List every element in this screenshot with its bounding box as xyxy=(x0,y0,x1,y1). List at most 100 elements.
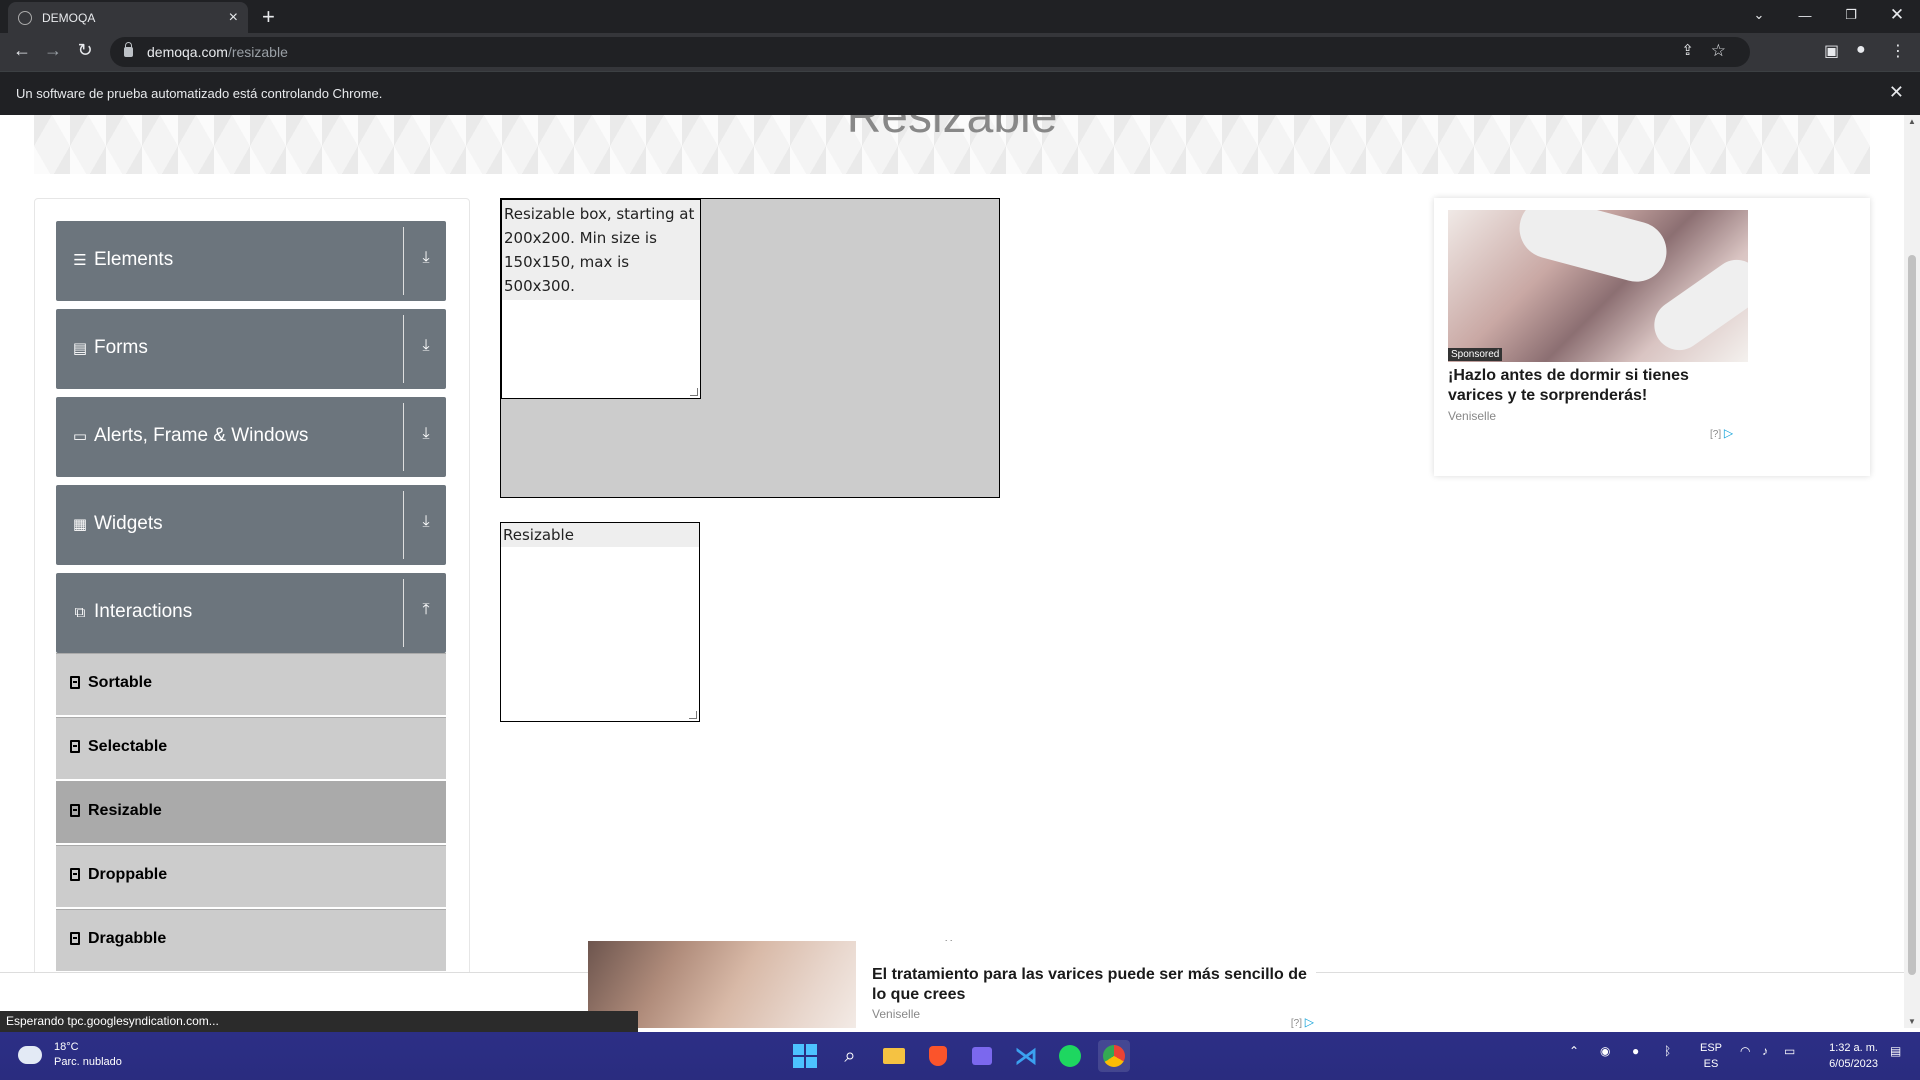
ad-advertiser[interactable]: Veniselle xyxy=(872,1007,920,1021)
menu-group-label: Elements xyxy=(94,249,174,270)
menu-kebab-icon[interactable]: ⋮ xyxy=(1890,41,1906,61)
ad-image-detail xyxy=(1512,210,1674,289)
expand-download-icon[interactable]: ⤓ xyxy=(416,425,436,443)
resizable-box-text: Resizable xyxy=(501,523,699,547)
clock-time: 1:32 a. m. xyxy=(1829,1042,1878,1054)
windows-taskbar: 18°C Parc. nublado ⌕ ⋊ ⌃ ◉ ● ᛒ ESP ES ◠ … xyxy=(0,1032,1920,1080)
ad-image[interactable] xyxy=(1448,210,1748,362)
battery-icon[interactable]: ▭ xyxy=(1784,1044,1795,1058)
input-language-indicator[interactable]: ESP ES xyxy=(1700,1040,1722,1072)
page-icon xyxy=(70,868,80,881)
resize-handle[interactable] xyxy=(689,711,697,719)
bookmark-star-icon[interactable]: ☆ xyxy=(1711,41,1726,61)
profile-icon[interactable]: ● xyxy=(1856,41,1866,59)
browser-toolbar: ← → ↻ demoqa.com/resizable ⇪ ☆ ▣ ● ⋮ xyxy=(0,33,1920,71)
back-button[interactable]: ← xyxy=(10,40,34,61)
vertical-scrollbar[interactable]: ▲ ▼ xyxy=(1904,115,1920,1028)
menu-item-selectable[interactable]: Selectable xyxy=(56,717,446,779)
side-ad[interactable]: Sponsored ¡Hazlo antes de dormir si tien… xyxy=(1434,198,1870,476)
close-window-button[interactable]: ✕ xyxy=(1874,0,1920,30)
menu-item-label: Selectable xyxy=(88,738,168,755)
sponsored-badge: Sponsored xyxy=(1448,348,1503,361)
restore-button[interactable]: ❐ xyxy=(1828,0,1874,30)
tray-app-icon[interactable]: ● xyxy=(1632,1044,1639,1058)
page-viewport: Resizable ☰ Elements ⤓ ▤ Forms ⤓ ▭ Alert… xyxy=(0,115,1904,1028)
resizable-constraint-area: Resizable box, starting at 200x200. Min … xyxy=(500,198,1000,498)
left-menu-panel: ☰ Elements ⤓ ▤ Forms ⤓ ▭ Alerts, Frame &… xyxy=(34,198,470,1028)
system-clock[interactable]: 1:32 a. m. 6/05/2023 xyxy=(1829,1040,1878,1072)
wifi-icon[interactable]: ◠ xyxy=(1740,1044,1750,1058)
menu-item-dragabble[interactable]: Dragabble xyxy=(56,909,446,971)
menu-item-resizable[interactable]: Resizable xyxy=(56,781,446,843)
page-icon xyxy=(70,676,80,689)
new-tab-button[interactable]: + xyxy=(262,4,275,30)
ad-headline[interactable]: El tratamiento para las varices puede se… xyxy=(872,965,1312,1005)
minimize-button[interactable]: — xyxy=(1782,0,1828,30)
volume-icon[interactable]: ♪ xyxy=(1762,1044,1768,1058)
url-host: demoqa.com xyxy=(147,44,228,60)
expand-download-icon[interactable]: ⤓ xyxy=(416,513,436,531)
scrollbar-thumb[interactable] xyxy=(1908,255,1916,975)
notification-icon[interactable]: ▤ xyxy=(1890,1044,1901,1058)
site-favicon-icon xyxy=(18,10,32,25)
menu-group-elements[interactable]: ☰ Elements ⤓ xyxy=(56,221,446,301)
resizable-box-restricted-text: Resizable box, starting at 200x200. Min … xyxy=(502,200,700,300)
adchoices-label: [?] xyxy=(1710,429,1722,440)
page-title: Resizable xyxy=(846,115,1058,143)
adchoices-label: [?] xyxy=(1290,1018,1302,1028)
search-icon[interactable]: ⌕ xyxy=(834,1040,866,1072)
show-hidden-icons-chevron-icon[interactable]: ⌃ xyxy=(1569,1044,1579,1058)
menu-item-droppable[interactable]: Droppable xyxy=(56,845,446,907)
tray-app-icon[interactable]: ◉ xyxy=(1600,1044,1610,1058)
scroll-down-icon[interactable]: ▼ xyxy=(1908,1017,1916,1026)
weather-widget[interactable]: 18°C Parc. nublado xyxy=(15,1040,122,1070)
close-tab-icon[interactable]: × xyxy=(229,9,238,26)
menu-group-widgets[interactable]: ▦ Widgets ⤓ xyxy=(56,485,446,565)
grid-icon: ▦ xyxy=(72,516,88,533)
resize-handle[interactable] xyxy=(690,388,698,396)
side-panel-icon[interactable]: ▣ xyxy=(1824,41,1839,61)
collapse-upload-icon[interactable]: ⤒ xyxy=(416,601,436,619)
tab-search-icon[interactable]: ⌄ xyxy=(1736,0,1782,30)
ad-text-panel[interactable]: El tratamiento para las varices puede se… xyxy=(856,941,1316,1028)
bluetooth-icon[interactable]: ᛒ xyxy=(1664,1044,1671,1058)
expand-download-icon[interactable]: ⤓ xyxy=(416,337,436,355)
lock-icon[interactable] xyxy=(124,42,133,57)
lang-top: ESP xyxy=(1700,1042,1723,1054)
interactions-icon: ⧉ xyxy=(74,604,86,621)
menu-group-forms[interactable]: ▤ Forms ⤓ xyxy=(56,309,446,389)
menu-item-sortable[interactable]: Sortable xyxy=(56,653,446,715)
browser-tab[interactable]: DEMOQA × xyxy=(8,2,248,33)
ad-advertiser[interactable]: Veniselle xyxy=(1448,409,1496,423)
file-explorer-icon[interactable] xyxy=(878,1040,910,1072)
page-banner: Resizable xyxy=(34,115,1870,174)
share-icon[interactable]: ⇪ xyxy=(1681,41,1694,59)
menu-group-interactions[interactable]: ⧉ Interactions ⤒ xyxy=(56,573,446,653)
reload-button[interactable]: ↻ xyxy=(73,40,97,61)
brave-browser-icon[interactable] xyxy=(922,1040,954,1072)
resizable-box[interactable]: Resizable xyxy=(500,522,700,722)
adchoices-icon[interactable]: [?] ▷ xyxy=(1710,426,1733,440)
group-divider xyxy=(403,403,404,471)
expand-download-icon[interactable]: ⤓ xyxy=(416,249,436,267)
start-button[interactable] xyxy=(789,1040,821,1072)
adchoices-icon[interactable]: [?] ▷ xyxy=(1291,1015,1314,1028)
forward-button[interactable]: → xyxy=(41,40,65,61)
app-icon[interactable] xyxy=(966,1040,998,1072)
vscode-icon[interactable]: ⋊ xyxy=(1010,1040,1042,1072)
menu-group-label: Forms xyxy=(94,337,148,358)
chrome-icon[interactable] xyxy=(1098,1040,1130,1072)
status-bubble: Esperando tpc.googlesyndication.com... xyxy=(0,1011,638,1033)
group-divider xyxy=(403,315,404,383)
page-icon xyxy=(70,804,80,817)
resizable-box-restricted[interactable]: Resizable box, starting at 200x200. Min … xyxy=(501,199,701,399)
menu-group-alerts[interactable]: ▭ Alerts, Frame & Windows ⤓ xyxy=(56,397,446,477)
menu-item-label: Resizable xyxy=(88,802,162,819)
browser-tab-strip: DEMOQA × + ⌄ — ❐ ✕ xyxy=(0,0,1920,33)
ad-headline[interactable]: ¡Hazlo antes de dormir si tienes varices… xyxy=(1448,366,1744,406)
scroll-up-icon[interactable]: ▲ xyxy=(1908,117,1916,126)
weather-temp: 18°C xyxy=(54,1041,79,1053)
spotify-icon[interactable] xyxy=(1054,1040,1086,1072)
infobar-close-icon[interactable]: ✕ xyxy=(1889,82,1904,103)
address-bar[interactable]: demoqa.com/resizable ⇪ ☆ xyxy=(110,37,1750,67)
